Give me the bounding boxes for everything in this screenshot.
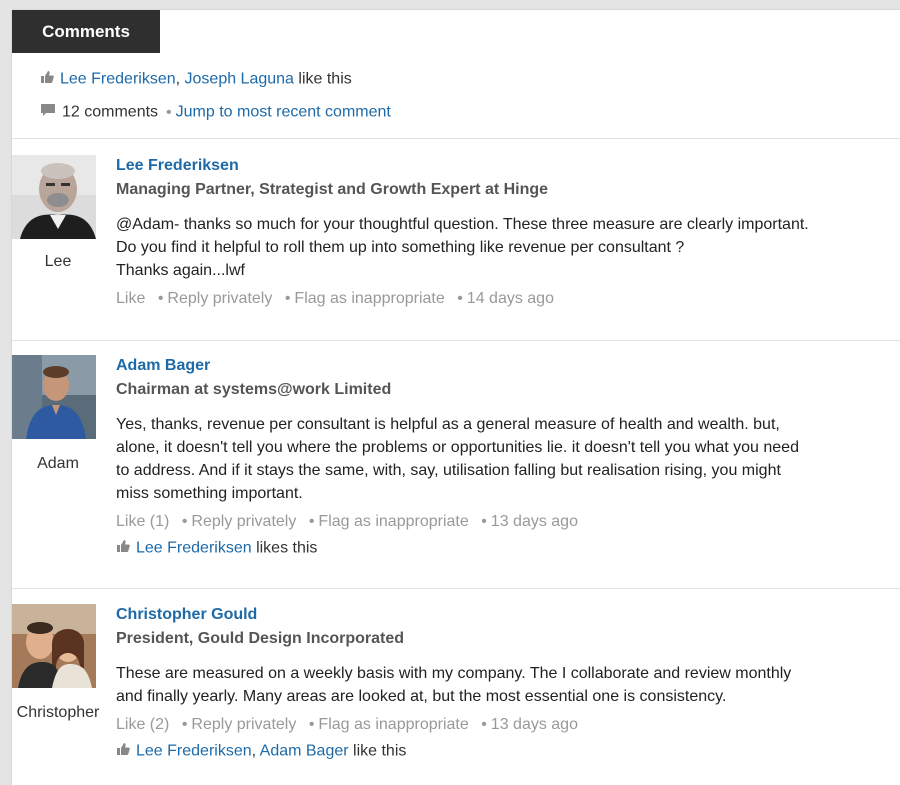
- separator-dot: •: [308, 716, 315, 733]
- like-button[interactable]: Like: [116, 290, 145, 307]
- separator-dot: •: [308, 513, 315, 530]
- comments-count: 12 comments: [62, 103, 159, 121]
- like-button[interactable]: Like (1): [116, 513, 169, 530]
- avatar-caption: Lee: [44, 253, 72, 270]
- liker-separator: ,: [251, 742, 260, 760]
- separator-dot: •: [481, 513, 487, 530]
- reply-privately-link[interactable]: Reply privately: [167, 290, 272, 307]
- commenter-name[interactable]: Lee Frederiksen: [116, 157, 239, 175]
- liker-link[interactable]: Lee Frederiksen: [60, 71, 176, 88]
- divider: [12, 138, 900, 139]
- commenter-name[interactable]: Adam Bager: [116, 357, 210, 375]
- liker-link[interactable]: Adam Bager: [260, 743, 349, 760]
- comment-text-line: These are measured on a weekly basis wit…: [116, 665, 792, 682]
- comments-count-line: 12 comments • Jump to most recent comment: [40, 103, 391, 122]
- liker-separator: ,: [175, 70, 185, 88]
- comment-body: Christopher Gould President, Gould Desig…: [116, 606, 896, 761]
- thumbs-up-icon: [116, 742, 130, 761]
- avatar[interactable]: [12, 355, 96, 439]
- comment-text-line: @Adam- thanks so much for your thoughtfu…: [116, 216, 809, 233]
- separator-dot: •: [166, 103, 172, 121]
- separator-dot: •: [481, 716, 487, 733]
- separator-dot: •: [181, 716, 188, 733]
- thumbs-up-icon: [116, 539, 130, 558]
- jump-to-recent-link[interactable]: Jump to most recent comment: [176, 104, 391, 121]
- divider: [12, 588, 900, 589]
- comment-text-line: Do you find it helpful to roll them up i…: [116, 239, 685, 256]
- comment-actions: Like • Reply privately • Flag as inappropr…: [116, 290, 896, 308]
- avatar[interactable]: [12, 155, 96, 239]
- avatar-caption: Adam: [37, 455, 79, 472]
- likers-suffix: like this: [348, 742, 407, 760]
- liker-link[interactable]: Joseph Laguna: [185, 71, 294, 88]
- likes-summary: Lee Frederiksen, Joseph Laguna like this: [40, 70, 352, 89]
- flag-inappropriate-link[interactable]: Flag as inappropriate: [294, 290, 444, 307]
- comment-likers: Lee Frederiksen, Adam Bager like this: [116, 742, 896, 761]
- comment-time: 13 days ago: [490, 513, 578, 530]
- commenter-title: President, Gould Design Incorporated: [116, 630, 405, 647]
- reply-privately-link[interactable]: Reply privately: [191, 716, 296, 733]
- comment-actions: Like (2) • Reply privately • Flag as inapp…: [116, 716, 896, 734]
- avatar[interactable]: [12, 604, 96, 688]
- comment-text: Yes, thanks, revenue per consultant is h…: [116, 413, 896, 505]
- comment-text: These are measured on a weekly basis wit…: [116, 662, 896, 708]
- commenter-title: Chairman at systems@work Limited: [116, 381, 392, 398]
- separator-dot: •: [457, 290, 463, 307]
- speech-bubble-icon: [40, 103, 56, 122]
- comment-likers: Lee Frederiksen likes this: [116, 539, 896, 558]
- separator-dot: •: [284, 290, 291, 307]
- comment-text-line: Thanks again...lwf: [116, 262, 245, 279]
- reply-privately-link[interactable]: Reply privately: [191, 513, 296, 530]
- commenter-title: Managing Partner, Strategist and Growth …: [116, 181, 549, 198]
- flag-inappropriate-link[interactable]: Flag as inappropriate: [318, 513, 468, 530]
- comment-text-line: miss something important.: [116, 485, 303, 502]
- likers-suffix: likes this: [251, 539, 318, 557]
- comment-time: 13 days ago: [490, 716, 578, 733]
- comment-body: Lee Frederiksen Managing Partner, Strate…: [116, 157, 896, 308]
- comment-text-line: alone, it doesn't tell you where the pro…: [116, 439, 799, 456]
- like-button[interactable]: Like (2): [116, 716, 169, 733]
- separator-dot: •: [181, 513, 188, 530]
- comment-text: @Adam- thanks so much for your thoughtfu…: [116, 213, 896, 282]
- avatar-caption: Christopher: [16, 704, 100, 721]
- separator-dot: •: [157, 290, 164, 307]
- liker-link[interactable]: Lee Frederiksen: [136, 540, 252, 557]
- comment-body: Adam Bager Chairman at systems@work Limi…: [116, 357, 896, 558]
- liker-link[interactable]: Lee Frederiksen: [136, 743, 252, 760]
- comments-tab[interactable]: Comments: [12, 10, 160, 53]
- comment-time: 14 days ago: [466, 290, 554, 307]
- divider: [12, 340, 900, 341]
- comment-text-line: and finally yearly. Many areas are looke…: [116, 688, 727, 705]
- flag-inappropriate-link[interactable]: Flag as inappropriate: [318, 716, 468, 733]
- commenter-name[interactable]: Christopher Gould: [116, 606, 257, 624]
- likes-suffix: like this: [293, 70, 352, 88]
- comment-actions: Like (1) • Reply privately • Flag as inapp…: [116, 513, 896, 531]
- comment-text-line: Yes, thanks, revenue per consultant is h…: [116, 416, 780, 433]
- comments-panel: Comments Lee Frederiksen, Joseph Laguna …: [12, 10, 900, 785]
- comment-text-line: to address. And if it stays the same, wi…: [116, 462, 781, 479]
- thumbs-up-icon: [40, 70, 54, 89]
